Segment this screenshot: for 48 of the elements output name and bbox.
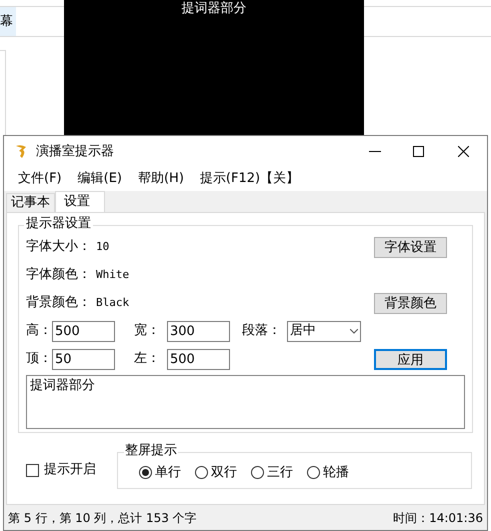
input-field[interactable]: 500 — [167, 348, 230, 370]
field-value: 10 — [96, 238, 110, 255]
radio-button[interactable] — [307, 466, 320, 479]
status-time: 时间：14:01:36 — [393, 510, 483, 526]
teleprompter-text: 提词器部分 — [182, 0, 246, 18]
radio-button[interactable] — [195, 466, 208, 479]
background-color-button[interactable]: 背景颜色 — [374, 292, 447, 314]
menu-item[interactable]: 文件(F) — [12, 169, 68, 189]
window-title: 演播室提示器 — [36, 142, 114, 161]
field-value: Black — [96, 294, 130, 311]
radio-button[interactable] — [139, 466, 152, 479]
menu-item[interactable]: 帮助(H) — [132, 169, 190, 189]
paragraph-dropdown[interactable]: 居中 — [287, 320, 361, 342]
input-field[interactable]: 300 — [167, 320, 230, 342]
group-title: 整屏提示 — [124, 443, 178, 459]
tab[interactable]: 设置 — [55, 191, 105, 212]
tab[interactable]: 记事本 — [6, 193, 55, 212]
tab[interactable]: 幕 — [0, 7, 16, 36]
close-icon[interactable] — [458, 146, 469, 157]
input-field[interactable]: 500 — [52, 320, 115, 342]
menu-item[interactable]: 编辑(E) — [72, 169, 128, 189]
group-title: 提示器设置 — [24, 216, 93, 232]
menu-item[interactable]: 提示(F12)【关】 — [194, 169, 306, 189]
app-logo-icon — [14, 144, 28, 160]
checkbox-label: 提示开启 — [44, 461, 96, 480]
field-label: 字体颜色： — [26, 266, 92, 284]
field-label: 背景颜色： — [26, 294, 92, 312]
field-label: 段落： — [242, 322, 282, 340]
radio-label: 双行 — [211, 464, 237, 482]
field-label: 顶： — [26, 350, 52, 368]
font-settings-button[interactable]: 字体设置 — [374, 236, 447, 258]
radio-label: 轮播 — [323, 464, 349, 482]
field-label: 高： — [26, 322, 52, 340]
apply-button[interactable]: 应用 — [374, 348, 447, 370]
minimize-icon[interactable] — [369, 150, 381, 152]
field-label: 字体大小： — [26, 238, 92, 256]
chevron-down-icon — [350, 328, 358, 334]
maximize-icon[interactable] — [413, 146, 424, 157]
field-value: White — [96, 266, 130, 283]
radio-button[interactable] — [251, 466, 264, 479]
field-label: 左： — [134, 350, 160, 368]
status-text: 第 5 行，第 10 列，总计 153 个字 — [8, 510, 197, 526]
radio-label: 三行 — [267, 464, 293, 482]
radio-label: 单行 — [155, 464, 181, 482]
checkbox[interactable] — [26, 464, 39, 476]
text-area[interactable]: 提词器部分 — [26, 375, 465, 429]
input-field[interactable]: 50 — [52, 348, 115, 370]
field-label: 宽： — [134, 322, 160, 340]
